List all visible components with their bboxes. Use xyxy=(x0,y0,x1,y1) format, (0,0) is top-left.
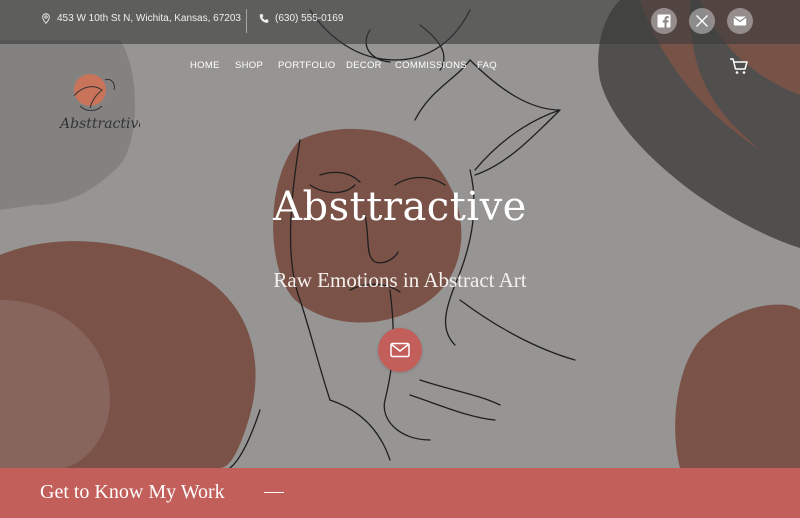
contact-mail-button[interactable] xyxy=(378,328,422,372)
mail-icon xyxy=(733,16,747,26)
x-button[interactable] xyxy=(689,8,715,34)
envelope-icon xyxy=(390,342,410,358)
facebook-icon xyxy=(657,14,671,28)
nav-item-commissions[interactable]: COMMISSIONS xyxy=(395,60,477,71)
nav-item-decor[interactable]: DECOR xyxy=(346,60,395,71)
nav-item-portfolio[interactable]: PORTFOLIO xyxy=(278,60,346,71)
address-text: 453 W 10th St N, Wichita, Kansas, 67203 xyxy=(57,13,241,24)
location-pin-icon xyxy=(42,13,50,24)
hero-section: 453 W 10th St N, Wichita, Kansas, 67203 … xyxy=(0,0,800,518)
info-divider xyxy=(246,9,247,33)
email-button[interactable] xyxy=(727,8,753,34)
section-title-dash xyxy=(264,492,284,493)
address-info: 453 W 10th St N, Wichita, Kansas, 67203 xyxy=(41,13,241,24)
main-navigation: HOME SHOP PORTFOLIO DECOR COMMISSIONS FA… xyxy=(190,60,497,71)
nav-item-faq[interactable]: FAQ xyxy=(477,60,497,71)
cart-icon[interactable] xyxy=(729,56,749,76)
phone-info[interactable]: (630) 555-0169 xyxy=(259,13,343,24)
phone-icon xyxy=(259,14,269,23)
x-icon xyxy=(696,15,708,27)
nav-item-shop[interactable]: SHOP xyxy=(235,60,278,71)
phone-text: (630) 555-0169 xyxy=(275,13,344,24)
logo-text: Absttractive xyxy=(58,116,140,132)
facebook-button[interactable] xyxy=(651,8,677,34)
hero-title: Absttractive xyxy=(273,184,527,230)
nav-item-home[interactable]: HOME xyxy=(190,60,235,71)
hero-subtitle: Raw Emotions in Abstract Art xyxy=(273,268,527,292)
brand-logo[interactable]: Absttractive xyxy=(52,72,140,138)
section-title: Get to Know My Work xyxy=(40,481,225,503)
